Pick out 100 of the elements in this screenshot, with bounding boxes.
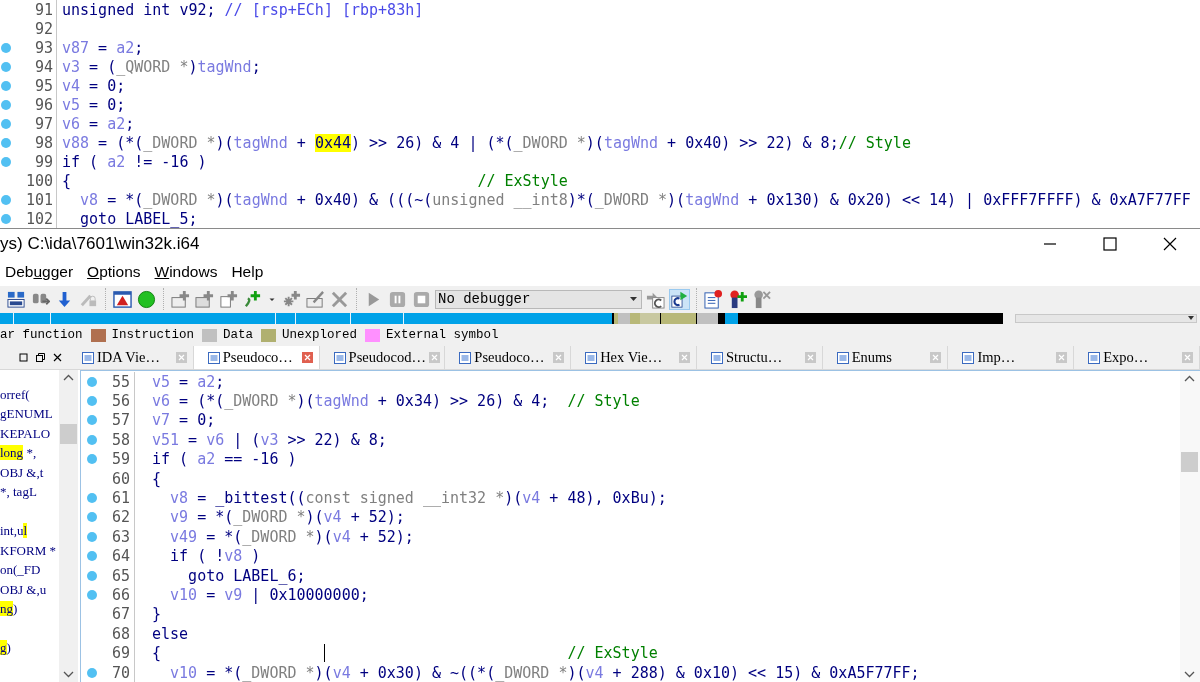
breakpoint-dot[interactable] xyxy=(0,194,11,205)
code-line: v9 = *(_DWORD *)(v4 + 52); xyxy=(169,508,405,527)
line-number: 101 xyxy=(11,190,57,209)
caret-icon[interactable] xyxy=(630,297,637,301)
window-icon xyxy=(333,351,346,364)
code-line: { // ExStyle xyxy=(152,644,658,663)
line-number: 95 xyxy=(11,76,57,95)
breakpoint-dot[interactable] xyxy=(87,590,97,600)
breakpoint-dot[interactable] xyxy=(87,531,97,542)
breakpoint-dot[interactable] xyxy=(87,512,97,523)
breakpoint-dot[interactable] xyxy=(87,570,97,581)
line-number: 57 xyxy=(103,410,135,431)
close-icon[interactable] xyxy=(53,353,62,362)
caret-icon[interactable] xyxy=(1188,316,1194,320)
code-line: v7 = 0; xyxy=(152,411,216,430)
run-code-icon[interactable] xyxy=(669,288,690,310)
breakpoint-dot[interactable] xyxy=(0,99,11,110)
line-number: 65 xyxy=(103,565,135,586)
window-icon xyxy=(459,351,472,364)
scroll-down-icon[interactable] xyxy=(1184,671,1195,678)
navigation-band[interactable] xyxy=(0,312,1003,324)
line-number: 60 xyxy=(103,468,135,489)
code-line: v10 = v9 | 0x10000000; xyxy=(169,586,369,604)
function-entry[interactable]: KEPALO xyxy=(0,425,51,442)
breakpoint-dot[interactable] xyxy=(0,118,11,129)
code-line: v49 = *(_DWORD *)(v4 + 52); xyxy=(169,527,414,546)
scrollbar[interactable] xyxy=(59,370,78,682)
code-line: { xyxy=(152,469,162,488)
debugger-dropdown[interactable]: No debugger xyxy=(435,289,642,309)
breakpoint-dot[interactable] xyxy=(0,213,11,224)
menu-item[interactable]: Debugger xyxy=(5,263,74,281)
function-entry[interactable]: OBJ &,u xyxy=(0,581,47,598)
tab[interactable]: Pseudoco… xyxy=(193,346,320,369)
line-number: 61 xyxy=(103,488,135,508)
menu-item[interactable]: Options xyxy=(87,263,141,281)
window-title: ys) C:\ida\7601\win32k.i64 xyxy=(0,233,201,254)
line-number: 62 xyxy=(103,507,135,528)
breakpoint-dot[interactable] xyxy=(87,493,97,504)
edit-icon[interactable] xyxy=(305,288,326,310)
window-icon xyxy=(585,351,598,364)
restore-icon[interactable] xyxy=(36,353,45,362)
scrollbar[interactable] xyxy=(1180,371,1200,682)
function-entry[interactable]: *, tagL xyxy=(0,484,37,501)
menu-item[interactable]: Windows xyxy=(154,263,218,281)
line-number: 70 xyxy=(103,662,135,682)
window-icon xyxy=(207,351,220,364)
circle-icon[interactable] xyxy=(136,288,157,310)
list-icon[interactable] xyxy=(703,288,724,310)
line-number: 66 xyxy=(103,585,135,605)
legend-label: External symbol xyxy=(386,328,499,342)
warning-icon[interactable] xyxy=(112,288,133,310)
code-line: } xyxy=(152,605,162,624)
legend-label: Instruction xyxy=(111,328,195,342)
add-text-icon[interactable] xyxy=(218,288,239,310)
breakpoint-dot[interactable] xyxy=(87,376,97,387)
function-entry[interactable]: KFORM * xyxy=(0,542,56,559)
breakpoint-dot[interactable] xyxy=(0,42,11,53)
add-code-icon[interactable] xyxy=(170,288,191,310)
breakpoint-dot[interactable] xyxy=(0,80,11,91)
breakpoint-dot[interactable] xyxy=(0,156,11,167)
function-entry[interactable]: on(_FD xyxy=(0,562,41,579)
code-line: v8 = *(_DWORD *)(tagWnd + 0x40) & (((~(unsigned __int8)*(_DWORD *)(tagWnd + 0x130) & 0x20) << 14) | 0xFFF7FFFF) & 0xA7F77FF xyxy=(79,190,1191,209)
code-line: v10 = *(_DWORD *)(v4 + 0x30) & ~((*(_DWORD *)(v4 + 288) & 0x10) << 15) & 0xA5F77FF; xyxy=(169,663,920,682)
maximize-icon[interactable] xyxy=(19,353,28,362)
function-entry[interactable]: int,ul xyxy=(0,523,28,540)
code-line: v88 = (*(_DWORD *)(tagWnd + 0x44) >> 26) & 4 | (*(_DWORD *)(tagWnd + 0x40) >> 22) & 8;// Style xyxy=(62,133,911,152)
code-line: { // ExStyle xyxy=(62,171,568,190)
scrollbar-thumb[interactable] xyxy=(1181,452,1198,472)
breakpoint-dot[interactable] xyxy=(87,551,97,562)
pin-add-icon[interactable] xyxy=(727,288,748,310)
scroll-up-icon[interactable] xyxy=(1184,375,1195,382)
scroll-up-icon[interactable] xyxy=(63,374,74,381)
scrollbar-thumb[interactable] xyxy=(60,424,77,444)
breakpoint-dot[interactable] xyxy=(87,454,97,465)
line-number: 97 xyxy=(11,114,57,133)
breakpoint-dot[interactable] xyxy=(0,61,11,72)
function-entry[interactable]: gENUML xyxy=(0,406,53,423)
function-entry[interactable]: orref( xyxy=(0,386,30,403)
line-number: 102 xyxy=(11,209,57,228)
add-symbol-icon[interactable] xyxy=(242,288,263,310)
function-entry[interactable]: OBJ &,t xyxy=(0,464,44,481)
breakpoint-dot[interactable] xyxy=(87,667,97,678)
code-line: unsigned int v92; // [rsp+ECh] [rbp+83h] xyxy=(62,0,424,19)
window-icon xyxy=(962,351,975,364)
line-number: 68 xyxy=(103,624,135,644)
menu-item[interactable]: Help xyxy=(231,263,264,281)
code-line: goto LABEL_6; xyxy=(187,566,306,585)
line-number: 91 xyxy=(11,0,57,19)
window-icon xyxy=(836,351,849,364)
line-number: 100 xyxy=(11,171,57,190)
breakpoint-dot[interactable] xyxy=(87,396,97,407)
line-number: 56 xyxy=(103,391,135,411)
code-line: v5 = a2; xyxy=(152,372,225,391)
line-number: 69 xyxy=(103,643,135,663)
breakpoint-dot[interactable] xyxy=(87,434,97,445)
scroll-down-icon[interactable] xyxy=(63,671,74,678)
breakpoint-dot[interactable] xyxy=(0,137,11,148)
code-line: if ( a2 != -16 ) xyxy=(62,152,207,171)
breakpoint-dot[interactable] xyxy=(87,415,97,426)
add-data-icon[interactable] xyxy=(194,288,215,310)
